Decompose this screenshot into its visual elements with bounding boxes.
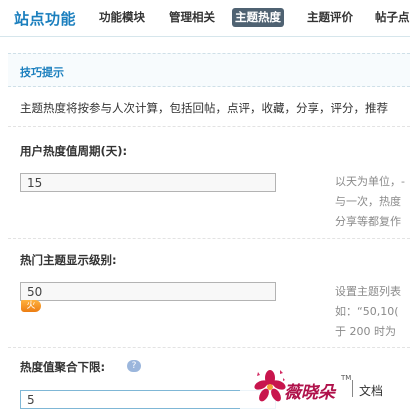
user-heat-period-desc: 以天为单位，- 与一次，热度 分享等都复作 [335,172,410,232]
desc-line: 如：“50,10( [335,305,399,318]
flame-icon: 火 [21,300,41,312]
tips-text: 主题热度将按参与人次计算，包括回帖，点评，收藏，分享，评分，推荐 [20,101,388,115]
help-icon[interactable]: ? [127,360,141,372]
tab-management[interactable]: 管理相关 [166,8,218,27]
user-heat-period-label: 用户热度值周期(天): [20,144,128,158]
site-title: 站点功能 [14,10,77,28]
user-heat-period-input[interactable] [20,173,276,192]
tab-topic-heat[interactable]: 主题热度 [232,8,284,27]
watermark: 薇晓朵 TM 文档 [240,354,410,420]
watermark-tm: TM [341,374,352,382]
tab-feature-modules[interactable]: 功能模块 [96,8,148,27]
flower-icon [254,370,286,402]
tips-header: 技巧提示 [8,53,410,87]
desc-line: 于 200 时为 [335,325,396,338]
hot-topic-level-label: 热门主题显示级别: [20,253,117,267]
watermark-brand: 薇晓朵 [284,383,335,403]
tab-post-points[interactable]: 帖子点 [372,8,410,27]
desc-line: 分享等都复作 [335,215,401,228]
heat-aggregate-min-input[interactable] [20,390,276,409]
hot-topic-level-desc: 设置主题列表 如：“50,10( 于 200 时为 [335,282,410,342]
heat-aggregate-min-label: 热度值聚合下限: [20,360,106,374]
desc-line: 设置主题列表 [335,285,401,298]
desc-line: 与一次，热度 [335,195,401,208]
watermark-doc: 文档 [359,384,384,398]
hot-topic-level-input[interactable] [20,282,276,301]
divider [8,347,410,348]
tips-title: 技巧提示 [20,66,64,79]
watermark-separator [352,380,353,397]
divider [8,126,410,127]
tab-topic-rating[interactable]: 主题评价 [304,8,356,27]
desc-line: 以天为单位，- [335,175,405,188]
divider [8,238,410,239]
top-navigation-bar: 站点功能 功能模块 管理相关 主题热度 主题评价 帖子点 [0,0,410,37]
